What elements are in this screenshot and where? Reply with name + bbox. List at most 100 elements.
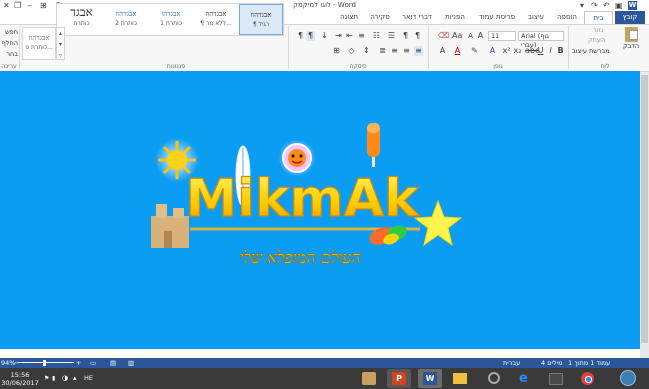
highlight-icon[interactable]: ✎ (470, 46, 479, 56)
separator (288, 26, 289, 69)
zoom-slider[interactable] (18, 362, 74, 363)
format-painter-button[interactable]: מברשת עיצוב (572, 47, 610, 56)
web-layout-icon[interactable]: ▭ (90, 358, 96, 368)
tab-mailings[interactable]: דברי דואר (397, 11, 437, 24)
rtl-paragraph-icon[interactable]: ¶ (413, 31, 422, 41)
language-indicator[interactable]: עברית (503, 358, 520, 368)
taskbar-app-powerpoint[interactable]: P (387, 369, 411, 388)
clear-formatting-icon[interactable]: ⌫ (438, 31, 449, 41)
text-effects-icon[interactable]: A (488, 46, 497, 56)
font-name-combobox[interactable]: Arial (גוף עברי) (518, 31, 564, 49)
word-count[interactable]: 4 מילים (541, 358, 563, 368)
tab-home[interactable]: בית (584, 11, 613, 24)
document-page[interactable]: MikmAk העולם המופלא שלי (0, 71, 640, 349)
vertical-scrollbar[interactable] (640, 72, 649, 358)
tray-flag-icon[interactable]: ⚑ (44, 375, 49, 382)
taskbar-app-word[interactable]: W (418, 369, 442, 388)
read-mode-icon[interactable]: ▥ (128, 358, 134, 368)
start-button[interactable] (616, 368, 640, 389)
strikethrough-icon[interactable]: abc (525, 46, 539, 56)
font-color-icon[interactable]: A (453, 46, 462, 56)
zoom-in-icon[interactable]: + (76, 358, 81, 368)
grow-font-icon[interactable]: A (476, 31, 485, 41)
align-right-icon[interactable]: ≡ (414, 46, 423, 56)
align-center-icon[interactable]: ≡ (402, 46, 411, 56)
shading-icon[interactable]: ◇ (347, 46, 356, 56)
close-window-button[interactable]: ✕ (3, 0, 10, 11)
style-title[interactable]: אבגד כותרת (59, 4, 104, 35)
media-icon (488, 372, 500, 384)
taskbar-app-chrome[interactable] (576, 369, 600, 388)
multilevel-list-icon[interactable]: ≡ (357, 31, 366, 41)
style-no-spacing[interactable]: אבגדהוז ¶ ללא מר... (194, 4, 238, 35)
taskbar-app-media[interactable] (482, 369, 506, 388)
copy-button[interactable]: העתק (588, 36, 605, 45)
bullets-icon[interactable]: ☰ (387, 31, 396, 41)
print-layout-icon[interactable]: ▤ (110, 358, 116, 368)
minimize-window-button[interactable]: ‒ (27, 0, 32, 11)
italic-icon[interactable]: I (546, 46, 555, 56)
tab-insert[interactable]: הוספה (552, 11, 582, 24)
paste-button[interactable]: הדבק (620, 27, 644, 50)
clipboard-group-label: לוח (600, 63, 610, 70)
font-size-combobox[interactable]: 11 (488, 31, 516, 41)
replace-button[interactable]: החלף (0, 39, 18, 48)
superscript-icon[interactable]: x² (502, 46, 511, 56)
tab-design[interactable]: עיצוב (522, 11, 550, 24)
taskbar-app-ie[interactable]: e (514, 369, 538, 388)
tab-page-layout[interactable]: פריסת עמוד (474, 11, 520, 24)
clock-date: 30/06/2017 (1, 379, 39, 387)
zoom-slider-thumb[interactable] (43, 360, 46, 366)
styles-scroll[interactable]: ▴ ▾ ▿ (56, 27, 65, 60)
paragraph-dir-icon[interactable]: ¶ (296, 31, 305, 41)
save-icon[interactable]: ▣ (615, 0, 623, 11)
cut-button[interactable]: גזור (593, 26, 603, 35)
separator (428, 26, 429, 69)
subscript-icon[interactable]: x₂ (513, 46, 522, 56)
sort-icon[interactable]: ↓ (320, 31, 329, 41)
ltr-paragraph-icon[interactable]: ¶ (401, 31, 410, 41)
find-button[interactable]: חפש (0, 28, 18, 37)
character-shading-icon[interactable]: A (438, 46, 447, 56)
taskbar-app-explorer[interactable] (448, 369, 472, 388)
taskbar-app-store[interactable] (544, 369, 568, 388)
tab-view[interactable]: תצוגה (334, 11, 364, 24)
align-left-icon[interactable]: ≡ (390, 46, 399, 56)
show-formatting-icon[interactable]: ¶ (306, 31, 315, 41)
style-heading-1[interactable]: אבגדהו כותרת 1 (149, 4, 193, 35)
scrollbar-thumb[interactable] (641, 75, 648, 343)
decrease-indent-icon[interactable]: ⇤ (345, 31, 354, 41)
style-name: ¶ רגיל (252, 21, 270, 28)
bold-icon[interactable]: B (556, 46, 565, 56)
style-heading-2[interactable]: אבגדהוז כותרת 2 (104, 4, 148, 35)
redo-icon[interactable]: ↷ (591, 0, 598, 11)
undo-icon[interactable]: ↶ (603, 0, 610, 11)
justify-icon[interactable]: ≣ (378, 46, 387, 56)
shrink-font-icon[interactable]: A (466, 31, 475, 41)
tab-review[interactable]: סקירה (365, 11, 395, 24)
chrome-center (585, 376, 592, 383)
line-spacing-icon[interactable]: ↕ (362, 46, 371, 56)
separator (19, 26, 20, 69)
tab-references[interactable]: הפניות (438, 11, 472, 24)
restore-window-button[interactable]: ❐ (14, 0, 21, 11)
select-button[interactable]: בחר (0, 50, 18, 59)
ribbon-display-options-icon[interactable]: ⊞ (40, 0, 47, 11)
taskbar-app-photos[interactable] (357, 369, 381, 388)
tray-network-icon[interactable]: ▮ (52, 375, 55, 382)
change-case-icon[interactable]: Aa (452, 31, 462, 41)
zoom-out-icon[interactable]: − (14, 358, 19, 368)
increase-indent-icon[interactable]: ⇥ (334, 31, 343, 41)
style-normal[interactable]: אבגדהוז ¶ רגיל (239, 4, 283, 35)
clock[interactable]: 15:56 30/06/2017 (0, 371, 40, 387)
editing-group-label: עריכה (1, 63, 17, 70)
page-count[interactable]: עמוד 1 מתוך 1 (568, 358, 610, 368)
numbering-icon[interactable]: ☷ (372, 31, 381, 41)
style-subtitle[interactable]: אבגדהוז כותרת ט... (22, 27, 56, 60)
tab-file[interactable]: קובץ (615, 11, 645, 24)
customize-qat-icon[interactable]: ▾ (580, 0, 584, 11)
input-language[interactable]: HE (84, 374, 93, 382)
tray-chevron-icon[interactable]: ▴ (73, 374, 77, 382)
borders-icon[interactable]: ⊞ (332, 46, 341, 56)
tray-volume-icon[interactable]: ◑ (62, 374, 68, 382)
